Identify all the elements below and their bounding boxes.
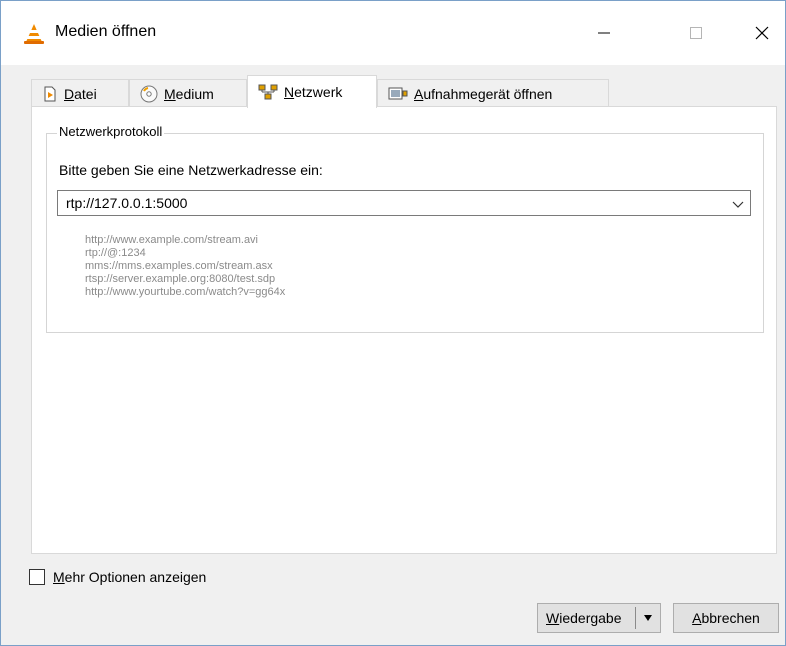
maximize-button[interactable] — [673, 13, 719, 53]
network-icon — [258, 84, 278, 100]
example-url: rtp://@:1234 — [85, 247, 146, 259]
more-options-checkbox[interactable] — [29, 569, 45, 585]
play-button-group[interactable]: Wiedergabe — [537, 603, 661, 633]
example-url: mms://mms.examples.com/stream.asx — [85, 260, 273, 272]
file-icon — [42, 86, 58, 102]
cancel-button-label: Abbrechen — [692, 610, 760, 626]
tab-bar: Datei Medium Netzwerk Aufnahmegerät öffn… — [31, 75, 751, 108]
network-url-value[interactable]: rtp://127.0.0.1:5000 — [66, 195, 187, 211]
tab-netzwerk[interactable]: Netzwerk — [247, 75, 377, 108]
close-icon — [755, 26, 769, 40]
cancel-button[interactable]: Abbrechen — [673, 603, 779, 633]
tab-datei[interactable]: Datei — [31, 79, 129, 107]
play-button[interactable]: Wiedergabe — [538, 610, 635, 626]
tab-aufnahmegeraet-label: Aufnahmegerät öffnen — [414, 85, 553, 102]
title-bar[interactable]: Medien öffnen — [1, 1, 785, 65]
play-dropdown-button[interactable] — [636, 614, 660, 622]
tab-datei-label: Datei — [64, 85, 97, 102]
capture-device-icon — [388, 86, 408, 102]
example-url: http://www.yourtube.com/watch?v=gg64x — [85, 286, 286, 298]
url-examples: http://www.example.com/stream.avi rtp://… — [85, 234, 285, 299]
group-title: Netzwerkprotokoll — [57, 124, 165, 139]
minimize-icon — [598, 32, 610, 34]
more-options-row[interactable]: Mehr Optionen anzeigen — [29, 569, 206, 585]
disc-icon — [140, 85, 158, 103]
example-url: rtsp://server.example.org:8080/test.sdp — [85, 273, 276, 285]
window-title: Medien öffnen — [55, 23, 157, 40]
chevron-down-icon[interactable] — [732, 197, 744, 213]
network-protocol-group: Netzwerkprotokoll Bitte geben Sie eine N… — [46, 124, 764, 333]
tab-aufnahmegeraet[interactable]: Aufnahmegerät öffnen — [377, 79, 609, 107]
dropdown-arrow-icon — [644, 615, 653, 621]
vlc-cone-icon — [23, 23, 45, 45]
example-url: http://www.example.com/stream.avi — [85, 234, 259, 246]
minimize-button[interactable] — [581, 13, 627, 53]
tab-netzwerk-label: Netzwerk — [284, 84, 343, 100]
maximize-icon — [690, 27, 702, 39]
network-url-combobox[interactable]: rtp://127.0.0.1:5000 — [57, 190, 751, 216]
network-address-prompt: Bitte geben Sie eine Netzwerkadresse ein… — [59, 162, 323, 178]
tab-medium-label: Medium — [164, 85, 214, 102]
tab-medium[interactable]: Medium — [129, 79, 247, 107]
close-button[interactable] — [739, 13, 785, 53]
more-options-label[interactable]: Mehr Optionen anzeigen — [53, 569, 206, 585]
network-tab-panel: Netzwerkprotokoll Bitte geben Sie eine N… — [31, 106, 777, 554]
open-media-dialog: Medien öffnen Datei Medium Netzwerk Aufn… — [0, 0, 786, 646]
